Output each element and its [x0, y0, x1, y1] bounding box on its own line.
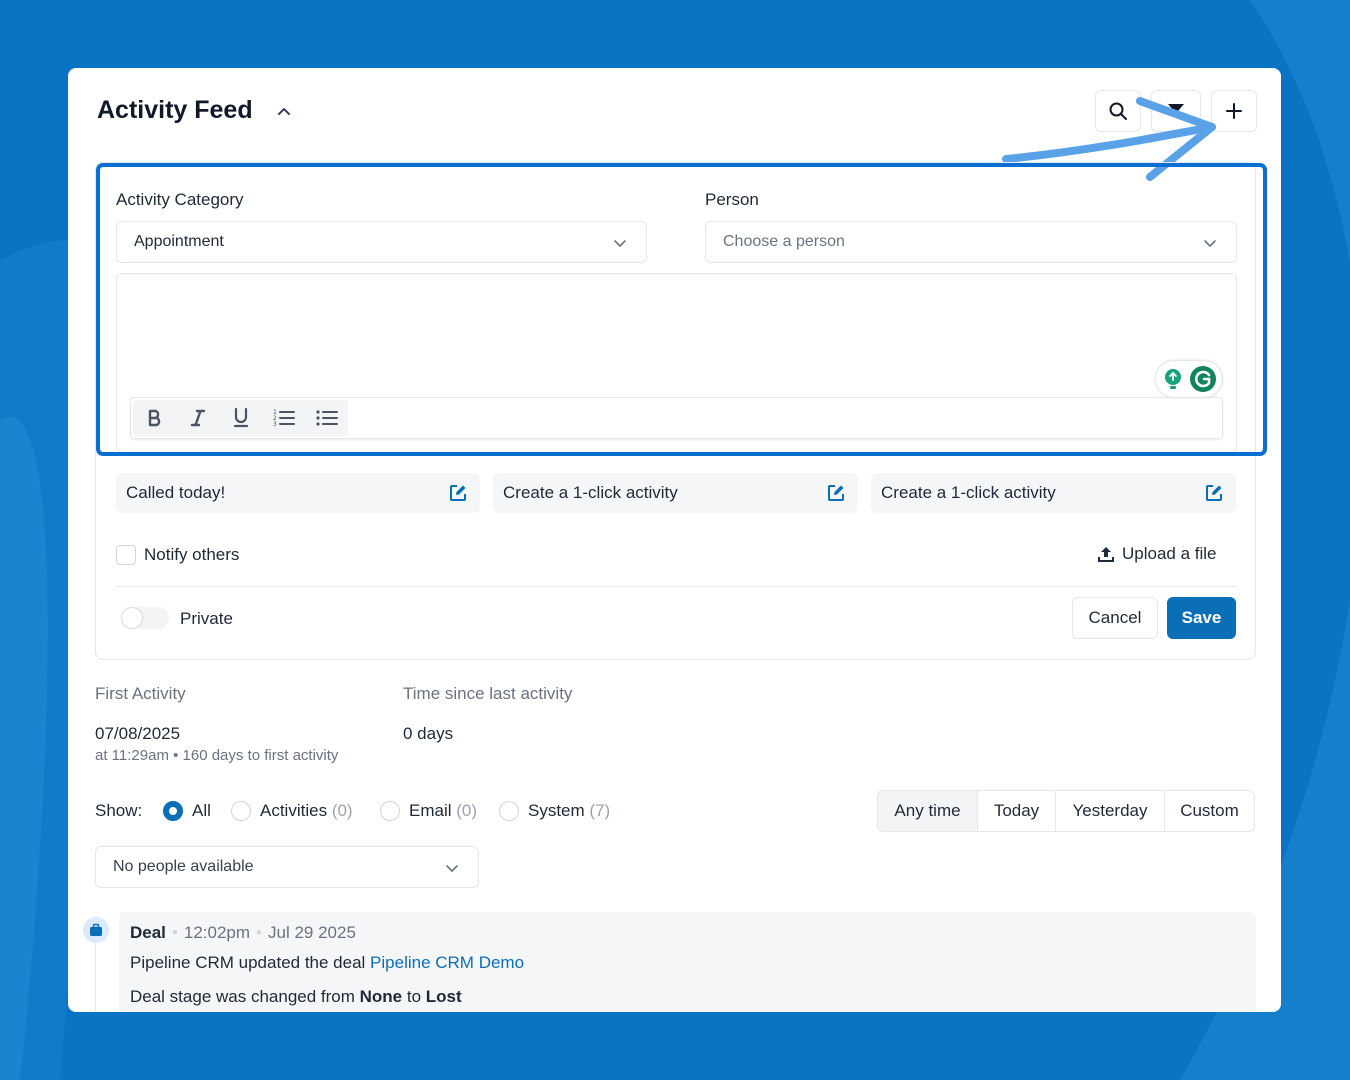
- radio-all-label[interactable]: All: [192, 801, 211, 821]
- deal-type-badge: [83, 917, 109, 943]
- time-since-value: 0 days: [403, 724, 454, 743]
- feed-item-text: Pipeline CRM updated the deal Pipeline C…: [130, 953, 524, 973]
- feed-item-text-prefix: Pipeline CRM updated the deal: [130, 953, 371, 972]
- quick-activity-label: Create a 1-click activity: [503, 483, 678, 502]
- private-label: Private: [180, 609, 233, 628]
- radio-email-label[interactable]: Email (0): [409, 801, 477, 821]
- feed-item-date: Jul 29 2025: [268, 923, 356, 942]
- deal-link[interactable]: Pipeline CRM Demo: [370, 953, 524, 972]
- upload-icon: [1098, 547, 1114, 562]
- upload-file-button[interactable]: Upload a file: [1098, 544, 1217, 564]
- time-range-any-time[interactable]: Any time: [878, 791, 978, 831]
- radio-system-label[interactable]: System (7): [528, 801, 610, 821]
- chevron-up-icon[interactable]: [275, 102, 293, 120]
- quick-activity-1[interactable]: Called today!: [116, 473, 480, 513]
- filter-option-label: System: [528, 801, 585, 820]
- first-activity-label: First Activity: [95, 684, 186, 703]
- radio-all[interactable]: [163, 801, 183, 821]
- feed-item: Deal • 12:02pm • Jul 29 2025 Pipeline CRM up…: [119, 912, 1256, 1012]
- change-to: Lost: [425, 987, 462, 1006]
- time-range-custom[interactable]: Custom: [1165, 791, 1254, 831]
- filter-option-count: (7): [589, 801, 611, 820]
- people-filter-value: No people available: [113, 858, 254, 875]
- change-from: None: [359, 987, 403, 1006]
- quick-activity-2[interactable]: Create a 1-click activity: [493, 473, 858, 513]
- save-button[interactable]: Save: [1167, 597, 1236, 639]
- quick-activity-label: Create a 1-click activity: [881, 483, 1056, 502]
- time-since-label: Time since last activity: [403, 684, 573, 703]
- radio-activities-label[interactable]: Activities (0): [260, 801, 353, 821]
- edit-icon[interactable]: [826, 483, 846, 503]
- feed-item-time: 12:02pm: [183, 923, 251, 942]
- feed-item-meta: Deal • 12:02pm • Jul 29 2025: [130, 923, 356, 942]
- filter-option-label: All: [192, 801, 211, 820]
- first-activity-date: 07/08/2025: [95, 724, 181, 743]
- filter-option-label: Activities: [260, 801, 328, 820]
- change-prefix: Deal stage was changed from: [130, 987, 360, 1006]
- notify-others-label: Notify others: [144, 545, 240, 564]
- time-range-today[interactable]: Today: [978, 791, 1056, 831]
- first-activity-detail: at 11:29am • 160 days to first activity: [95, 747, 339, 764]
- show-label: Show:: [95, 801, 143, 820]
- people-filter-select[interactable]: No people available: [95, 846, 479, 888]
- quick-activity-3[interactable]: Create a 1-click activity: [871, 473, 1236, 513]
- cancel-button[interactable]: Cancel: [1072, 597, 1158, 639]
- radio-email[interactable]: [380, 801, 400, 821]
- filter-option-count: (0): [331, 801, 353, 820]
- page-title: Activity Feed: [97, 96, 253, 124]
- notify-others-checkbox[interactable]: [116, 545, 136, 565]
- private-toggle[interactable]: [121, 607, 169, 629]
- quick-activity-label: Called today!: [126, 483, 226, 502]
- activity-feed-card: Activity Feed Activity Category Appointm…: [68, 68, 1281, 1012]
- filter-option-count: (0): [456, 801, 478, 820]
- radio-activities[interactable]: [231, 801, 251, 821]
- timeline-line: [95, 943, 96, 1012]
- filter-option-label: Email: [409, 801, 452, 820]
- time-range-yesterday[interactable]: Yesterday: [1056, 791, 1165, 831]
- edit-icon[interactable]: [1204, 483, 1224, 503]
- radio-system[interactable]: [499, 801, 519, 821]
- feed-item-change: Deal stage was changed from None to Lost: [130, 987, 462, 1007]
- edit-icon[interactable]: [448, 483, 468, 503]
- upload-file-label: Upload a file: [1122, 544, 1217, 563]
- feed-item-type: Deal: [130, 923, 166, 942]
- briefcase-icon: [90, 923, 102, 936]
- chevron-down-icon: [446, 865, 458, 872]
- divider: [116, 586, 1237, 587]
- change-mid: to: [402, 987, 426, 1006]
- highlight-outline: [96, 163, 1267, 456]
- time-range-selector: Any time Today Yesterday Custom: [877, 790, 1255, 832]
